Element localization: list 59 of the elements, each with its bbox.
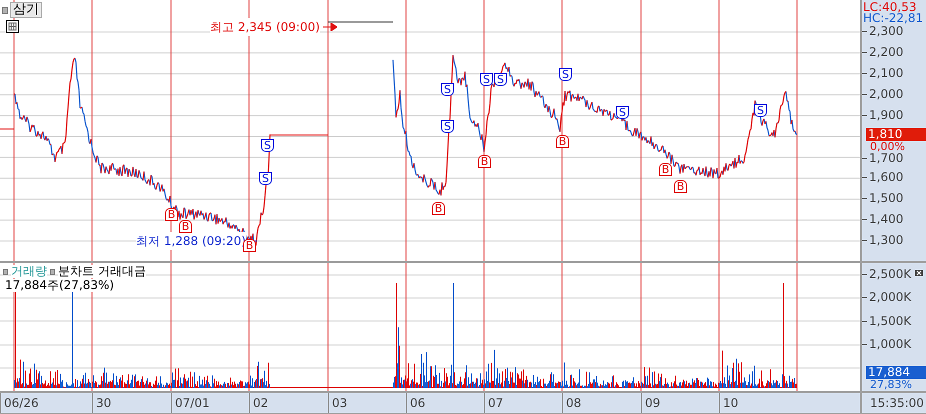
low-price-annotation: 최저 1,288 (09:20) <box>136 232 246 250</box>
date-label: 08 <box>562 393 582 413</box>
current-volume-badge: 17,884 <box>866 366 926 379</box>
date-label: 30 <box>92 393 112 413</box>
change-percent: 0,00% <box>870 141 905 152</box>
sell-signal-marker: S <box>754 104 767 117</box>
sell-signal-marker: S <box>261 139 274 152</box>
date-label: 06 <box>406 393 426 413</box>
lc-value: LC:40,53 <box>863 1 916 13</box>
price-axis-label: 1,300 <box>869 234 904 247</box>
legend-handle-icon <box>50 268 55 274</box>
date-label: 07 <box>484 393 504 413</box>
date-label: 07/01 <box>171 393 210 413</box>
legend-item[interactable]: 분차트 거래대금 <box>58 265 146 278</box>
date-label: 09 <box>641 393 660 413</box>
volume-axis-label: 1,000K <box>869 338 912 351</box>
date-label: 03 <box>328 393 348 413</box>
price-axis-label: 1,900 <box>869 108 904 122</box>
current-price-badge: 1,810 <box>866 128 926 141</box>
symbol-label[interactable]: 삼기 <box>10 2 42 18</box>
high-price-annotation: 최고 2,345 (09:00) <box>210 18 320 36</box>
buy-signal-marker: B <box>179 220 192 233</box>
buy-signal-marker: B <box>478 155 491 168</box>
price-axis-label: 1,400 <box>869 213 904 226</box>
buy-signal-marker: B <box>243 239 256 252</box>
legend-handle-icon <box>3 268 8 274</box>
price-axis-label: 2,100 <box>869 66 904 80</box>
volume-axis-label: 1,500K <box>869 314 912 328</box>
hc-value: HC:-22,81 <box>863 12 924 24</box>
sell-signal-marker: S <box>259 172 272 185</box>
price-axis-label: 1,700 <box>869 152 904 166</box>
date-label: 02 <box>249 393 268 413</box>
sell-signal-marker: S <box>441 120 454 133</box>
volume-axis-label: 2,000K <box>869 291 912 304</box>
close-icon[interactable] <box>915 270 923 276</box>
volume-summary: 17,884주(27,83%) <box>5 279 114 292</box>
buy-signal-marker: B <box>674 180 687 193</box>
price-axis-label: 2,200 <box>869 46 904 59</box>
sell-signal-marker: S <box>441 83 454 96</box>
price-axis-label: 1,500 <box>869 192 904 206</box>
date-label: 10 <box>719 393 738 413</box>
time-label: 15:35:00 <box>870 395 924 412</box>
buy-signal-marker: B <box>556 135 569 148</box>
buy-signal-marker: B <box>165 208 178 221</box>
price-axis-label: 2,300 <box>869 25 904 38</box>
sell-signal-marker: S <box>494 73 507 86</box>
sell-signal-marker: S <box>559 68 572 81</box>
sell-signal-marker: S <box>480 73 493 86</box>
arrow-right-icon <box>322 23 337 31</box>
price-axis-label: 1,600 <box>869 171 904 184</box>
sell-signal-marker: S <box>616 106 629 119</box>
buy-signal-marker: B <box>659 163 672 176</box>
buy-signal-marker: B <box>432 202 445 215</box>
volume-ratio: 27,83% <box>870 379 912 390</box>
price-axis-label: 2,000 <box>869 88 904 101</box>
grid-icon[interactable] <box>6 20 19 33</box>
panel-handle-icon[interactable] <box>2 6 8 14</box>
date-label: 06/26 <box>0 393 39 413</box>
volume-axis-label: 2,500K <box>869 268 912 281</box>
